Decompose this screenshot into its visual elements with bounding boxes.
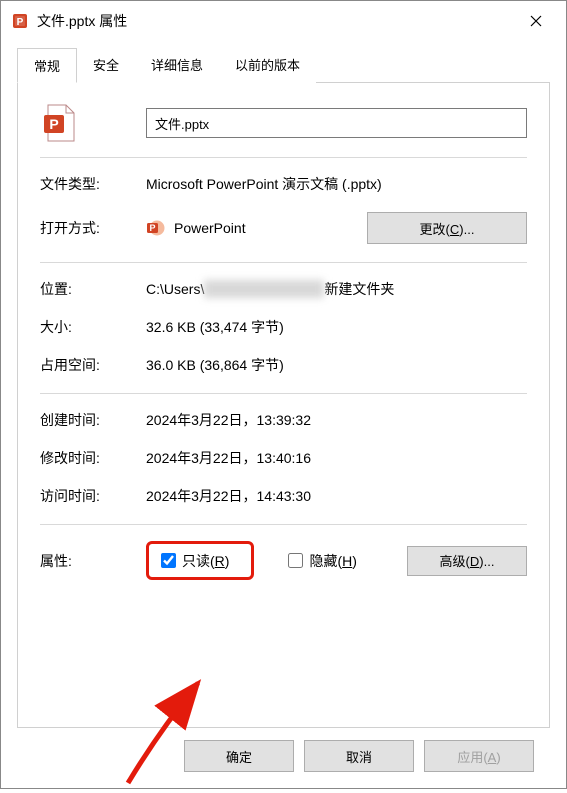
advanced-button[interactable]: 高级(D)... [407,546,527,576]
readonly-checkbox-wrap[interactable]: 只读(R) [157,550,229,571]
powerpoint-icon: P [146,218,166,238]
label-location: 位置: [40,279,146,299]
hidden-checkbox[interactable] [288,553,303,568]
label-size: 大小: [40,317,146,337]
titlebar: P 文件.pptx 属性 [1,1,566,41]
tab-general[interactable]: 常规 [17,48,77,83]
redacted-path [204,280,324,298]
tab-panel-general: P 文件类型: Microsoft PowerPoint 演示文稿 (.pptx… [17,83,550,728]
svg-text:P: P [17,17,24,28]
label-created: 创建时间: [40,410,146,430]
properties-dialog: P 文件.pptx 属性 常规 安全 详细信息 以前的版本 P [0,0,567,789]
value-accessed: 2024年3月22日，14:43:30 [146,486,527,506]
label-modified: 修改时间: [40,448,146,468]
value-opens-with: PowerPoint [174,220,246,236]
filename-input[interactable] [146,108,527,138]
tab-security[interactable]: 安全 [77,48,135,83]
value-modified: 2024年3月22日，13:40:16 [146,448,527,468]
tab-details[interactable]: 详细信息 [135,48,219,83]
value-size: 32.6 KB (33,474 字节) [146,317,527,337]
file-icon: P [40,103,82,143]
tab-strip: 常规 安全 详细信息 以前的版本 [17,47,550,83]
annotation-highlight: 只读(R) [146,541,254,580]
svg-text:P: P [149,223,155,233]
value-location: C:\Users\新建文件夹 [146,279,527,299]
value-disk-size: 36.0 KB (36,864 字节) [146,355,527,375]
dialog-footer: 确定 取消 应用(A) [17,728,550,788]
readonly-checkbox[interactable] [161,553,176,568]
svg-text:P: P [49,116,58,132]
label-filetype: 文件类型: [40,174,146,194]
ok-button[interactable]: 确定 [184,740,294,772]
change-button[interactable]: 更改(C)... [367,212,527,244]
label-disk-size: 占用空间: [40,355,146,375]
label-attributes: 属性: [40,551,146,571]
window-title: 文件.pptx 属性 [37,11,514,31]
label-opens-with: 打开方式: [40,218,146,238]
cancel-button[interactable]: 取消 [304,740,414,772]
value-created: 2024年3月22日，13:39:32 [146,410,527,430]
tab-previous-versions[interactable]: 以前的版本 [219,48,316,83]
value-filetype: Microsoft PowerPoint 演示文稿 (.pptx) [146,174,527,194]
app-icon-small: P [11,12,29,30]
label-accessed: 访问时间: [40,486,146,506]
hidden-checkbox-wrap[interactable]: 隐藏(H) [284,550,356,571]
apply-button[interactable]: 应用(A) [424,740,534,772]
close-button[interactable] [514,5,558,37]
